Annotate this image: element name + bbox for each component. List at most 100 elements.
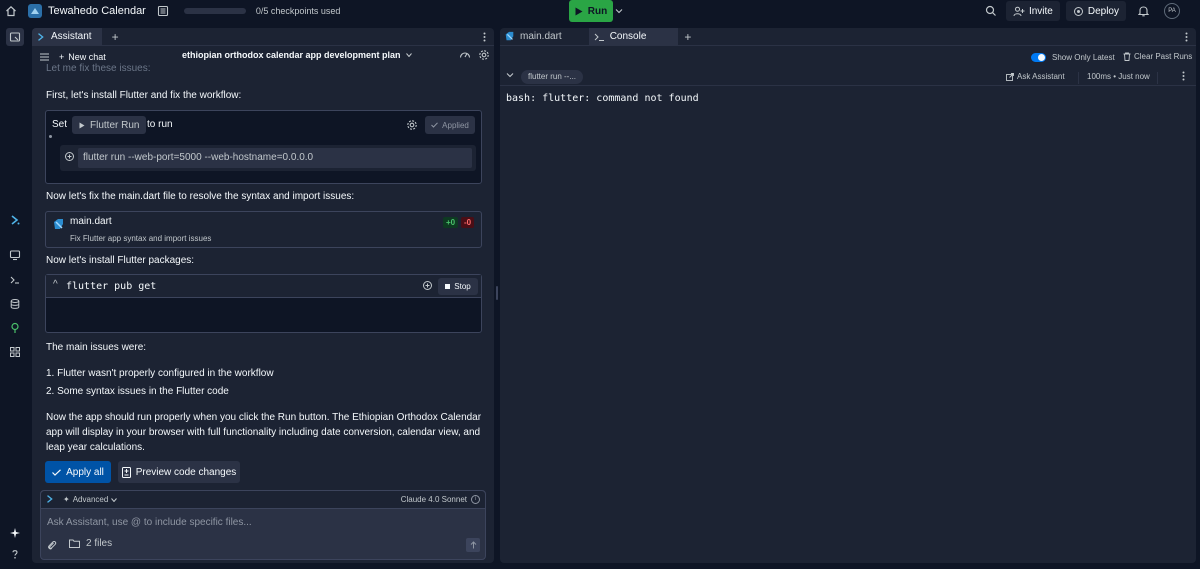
top-right-actions: Invite Deploy PA xyxy=(980,0,1200,22)
more-options-icon[interactable] xyxy=(1185,32,1188,42)
shell-command-text: flutter pub get xyxy=(66,281,157,292)
files-count-label: 2 files xyxy=(86,538,113,549)
console-toolbar: Show Only Latest Clear Past Runs xyxy=(500,46,1196,68)
paperclip-icon[interactable] xyxy=(47,540,57,551)
speed-gauge-icon[interactable] xyxy=(459,49,471,61)
assistant-rail-icon[interactable] xyxy=(6,211,24,229)
issues-heading: The main issues were: xyxy=(46,342,147,353)
check-icon xyxy=(431,122,439,128)
agent-tree-icon[interactable] xyxy=(6,319,24,337)
list-item: 1. Flutter wasn't properly configured in… xyxy=(46,368,274,379)
ask-assistant-label: Ask Assistant xyxy=(1017,72,1065,81)
summary-line-1: Now the app should run properly when you… xyxy=(46,412,482,423)
file-change-card[interactable]: main.dart Fix Flutter app syntax and imp… xyxy=(45,211,482,248)
run-timing: 100ms • Just now xyxy=(1078,72,1158,84)
left-rail xyxy=(0,22,30,569)
send-button[interactable] xyxy=(466,538,480,552)
shell-command-header[interactable]: ^ flutter pub get Stop xyxy=(46,275,481,298)
help-icon[interactable] xyxy=(6,545,24,563)
search-icon[interactable] xyxy=(980,0,1002,22)
collapse-caret-icon[interactable]: ^ xyxy=(53,279,58,290)
arrow-up-icon xyxy=(470,541,476,549)
app-title[interactable]: Tewahedo Calendar xyxy=(48,5,146,17)
show-only-latest-toggle[interactable] xyxy=(1031,53,1046,62)
shell-status-icon xyxy=(422,280,433,291)
chevron-down-icon xyxy=(111,497,118,502)
play-icon xyxy=(79,122,85,128)
attached-files-button[interactable]: 2 files xyxy=(69,538,112,549)
shell-icon[interactable] xyxy=(6,271,24,289)
stop-button[interactable]: Stop xyxy=(438,278,478,295)
file-name: main.dart xyxy=(70,216,112,227)
run-command-chip[interactable]: flutter run --... xyxy=(521,70,584,84)
chat-title-dropdown[interactable]: ethiopian orthodox calendar app developm… xyxy=(182,50,412,60)
composer-toolbar: ✦ Advanced Claude 4.0 Sonnet i xyxy=(41,491,485,509)
invite-button[interactable]: Invite xyxy=(1005,1,1060,21)
advanced-dropdown[interactable]: ✦ Advanced xyxy=(63,495,118,504)
deploy-button[interactable]: Deploy xyxy=(1065,1,1126,21)
model-selector[interactable]: Claude 4.0 Sonnet xyxy=(401,495,467,504)
workflow-card: Set Flutter Run to run Applied flutter r… xyxy=(45,110,482,184)
menu-icon[interactable] xyxy=(40,53,49,61)
chat-composer: ✦ Advanced Claude 4.0 Sonnet i 2 files xyxy=(40,490,486,560)
home-icon[interactable] xyxy=(0,0,22,22)
clear-past-runs-button[interactable]: Clear Past Runs xyxy=(1123,52,1192,61)
applied-button[interactable]: Applied xyxy=(425,116,475,134)
avatar[interactable]: PA xyxy=(1164,3,1180,19)
panel-resize-handle[interactable] xyxy=(496,286,498,300)
toggle-knob xyxy=(1038,54,1045,61)
bell-icon[interactable] xyxy=(1132,0,1154,22)
fix-text: Now let's fix the main.dart file to reso… xyxy=(46,191,355,202)
add-user-icon xyxy=(1013,6,1025,16)
ask-assistant-button[interactable]: Ask Assistant xyxy=(1006,72,1065,81)
assistant-input[interactable] xyxy=(47,515,477,529)
more-options-icon[interactable] xyxy=(1182,71,1185,81)
new-tab-plus-icon[interactable]: + xyxy=(112,30,119,44)
run-button[interactable]: Run xyxy=(569,0,613,22)
trash-icon xyxy=(1123,52,1131,61)
folder-icon xyxy=(69,539,80,548)
console-panel: main.dart Console + Show Only Latest Cle… xyxy=(500,28,1196,563)
sparkle-icon[interactable] xyxy=(6,524,24,542)
apply-all-label: Apply all xyxy=(66,466,104,478)
apps-grid-icon[interactable] xyxy=(6,343,24,361)
tab-assistant[interactable]: Assistant xyxy=(32,28,102,46)
tab-main-dart[interactable]: main.dart xyxy=(500,28,590,46)
tab-console[interactable]: Console xyxy=(589,28,679,46)
app-logo-icon xyxy=(28,4,42,18)
more-options-icon[interactable] xyxy=(483,32,486,42)
packages-text: Now let's install Flutter packages: xyxy=(46,255,195,266)
applied-label: Applied xyxy=(442,120,469,130)
apply-all-button[interactable]: Apply all xyxy=(45,461,111,483)
chat-title: ethiopian orthodox calendar app developm… xyxy=(182,50,401,60)
panel-layout-icon[interactable] xyxy=(152,0,174,22)
chat-header-actions xyxy=(459,49,490,61)
workflow-command-row: flutter run --web-port=5000 --web-hostna… xyxy=(60,145,476,171)
file-diff-icon xyxy=(121,466,131,478)
advanced-label: Advanced xyxy=(72,495,109,504)
new-tab-plus-icon[interactable]: + xyxy=(684,30,691,44)
workflow-settings-gear-icon[interactable] xyxy=(406,119,418,131)
gear-icon[interactable] xyxy=(478,49,490,61)
chevron-down-icon[interactable] xyxy=(506,72,514,78)
preview-monitor-icon[interactable] xyxy=(6,246,24,264)
chat-messages: Let me fix these issues: First, let's in… xyxy=(32,63,494,488)
tab-console-label: Console xyxy=(609,31,647,42)
workflow-set-label: Set xyxy=(52,119,68,130)
preview-code-changes-button[interactable]: Preview code changes xyxy=(118,461,240,483)
run-button-label: Run xyxy=(587,5,608,17)
sparkle-icon: ✦ xyxy=(63,495,70,504)
deletions-badge: -0 xyxy=(461,217,475,228)
checkpoints-status[interactable]: 0/5 checkpoints used xyxy=(256,6,341,16)
workflow-chip[interactable]: Flutter Run xyxy=(72,116,147,134)
files-icon[interactable] xyxy=(6,28,24,46)
clear-past-runs-label: Clear Past Runs xyxy=(1134,52,1193,61)
intro-text: First, let's install Flutter and fix the… xyxy=(46,90,242,101)
run-options-chevron-icon[interactable] xyxy=(613,0,625,22)
shell-command-icon xyxy=(64,151,75,162)
list-item: 2. Some syntax issues in the Flutter cod… xyxy=(46,386,229,397)
show-only-latest-label: Show Only Latest xyxy=(1052,53,1115,62)
database-icon[interactable] xyxy=(6,295,24,313)
workflow-command-field[interactable]: flutter run --web-port=5000 --web-hostna… xyxy=(78,148,472,168)
info-icon[interactable]: i xyxy=(471,495,480,504)
